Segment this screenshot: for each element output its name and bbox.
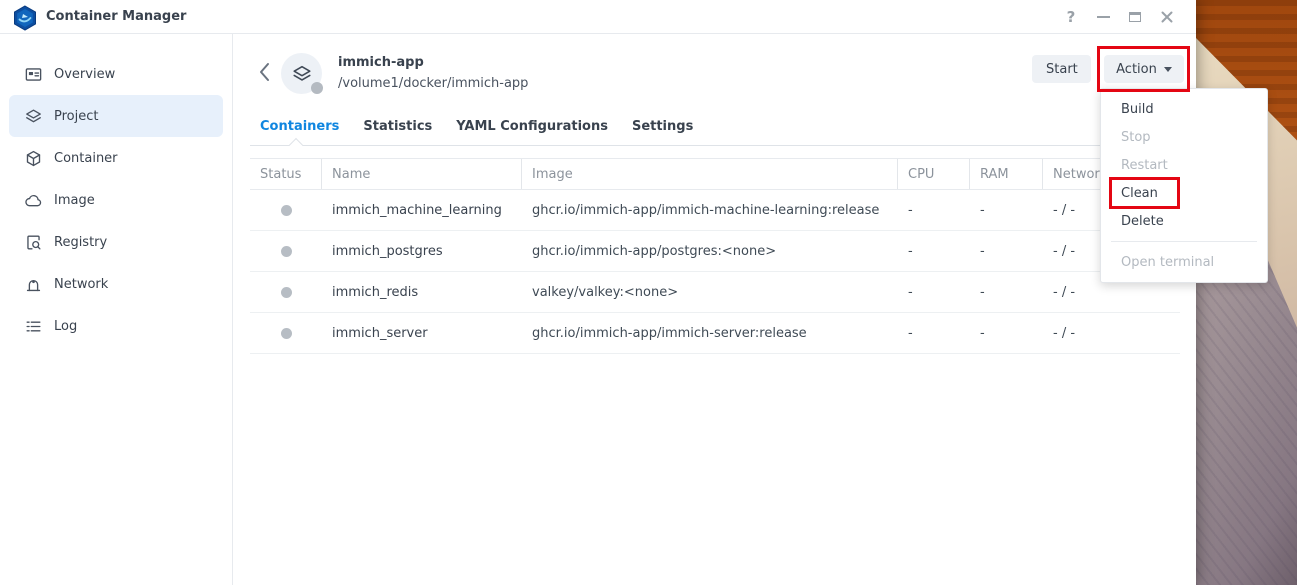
- tab-containers[interactable]: Containers: [260, 115, 339, 138]
- cpu-cell: -: [898, 272, 970, 312]
- sidebar-item-project[interactable]: Project: [9, 95, 223, 137]
- containers-table: StatusNameImageCPURAMNetwork immich_mach…: [250, 158, 1180, 354]
- network-icon: [24, 275, 43, 294]
- status-dot-stopped: [281, 328, 292, 339]
- name-cell: immich_redis: [322, 272, 522, 312]
- table-row-immich_postgres[interactable]: immich_postgresghcr.io/immich-app/postgr…: [250, 231, 1180, 272]
- sidebar: Overview Project Container Image Registry Net…: [0, 34, 233, 585]
- status-cell: [250, 313, 322, 353]
- sidebar-item-label: Log: [54, 319, 77, 334]
- name-cell: immich_server: [322, 313, 522, 353]
- status-dot-stopped: [281, 205, 292, 216]
- status-dot-stopped: [281, 246, 292, 257]
- tab-statistics[interactable]: Statistics: [363, 115, 432, 138]
- active-tab-notch: [289, 138, 303, 152]
- menu-divider: [1111, 241, 1257, 242]
- registry-search-icon: [24, 233, 43, 252]
- container-manager-window: Container Manager ? Overview Project Conta…: [0, 0, 1196, 585]
- name-cell: immich_postgres: [322, 231, 522, 271]
- cpu-cell: -: [898, 313, 970, 353]
- help-icon[interactable]: ?: [1059, 5, 1083, 29]
- table-body: immich_machine_learningghcr.io/immich-ap…: [250, 190, 1180, 354]
- action-button-label: Action: [1116, 62, 1157, 77]
- sidebar-item-label: Overview: [54, 67, 115, 82]
- menu-item-open-terminal: Open terminal: [1101, 248, 1267, 276]
- project-status-dot: [311, 82, 323, 94]
- column-header-image[interactable]: Image: [522, 159, 898, 189]
- container-manager-logo-icon: [13, 5, 37, 30]
- table-row-immich_machine_learning[interactable]: immich_machine_learningghcr.io/immich-ap…: [250, 190, 1180, 231]
- sidebar-item-registry[interactable]: Registry: [9, 221, 223, 263]
- network-cell: - / -: [1043, 313, 1180, 353]
- status-dot-stopped: [281, 287, 292, 298]
- close-icon[interactable]: [1155, 5, 1179, 29]
- column-header-status[interactable]: Status: [250, 159, 322, 189]
- minimize-icon[interactable]: [1091, 5, 1115, 29]
- cube-icon: [24, 149, 43, 168]
- name-cell: immich_machine_learning: [322, 190, 522, 230]
- sidebar-item-label: Container: [54, 151, 118, 166]
- ram-cell: -: [970, 313, 1043, 353]
- column-header-name[interactable]: Name: [322, 159, 522, 189]
- image-cell: valkey/valkey:<none>: [522, 272, 898, 312]
- action-dropdown-menu: BuildStopRestartCleanDelete Open terminal: [1100, 88, 1268, 283]
- sidebar-item-label: Project: [54, 109, 98, 124]
- image-cell: ghcr.io/immich-app/immich-server:release: [522, 313, 898, 353]
- back-button[interactable]: [256, 61, 274, 83]
- cloud-icon: [24, 191, 43, 210]
- sidebar-item-label: Registry: [54, 235, 107, 250]
- main-panel: immich-app /volume1/docker/immich-app St…: [234, 34, 1196, 585]
- cpu-cell: -: [898, 190, 970, 230]
- tab-yaml-configurations[interactable]: YAML Configurations: [456, 115, 608, 138]
- image-cell: ghcr.io/immich-app/postgres:<none>: [522, 231, 898, 271]
- start-button[interactable]: Start: [1032, 55, 1091, 83]
- column-header-ram[interactable]: RAM: [970, 159, 1043, 189]
- table-header: StatusNameImageCPURAMNetwork: [250, 158, 1180, 190]
- project-avatar: [281, 53, 322, 94]
- sidebar-item-label: Network: [54, 277, 108, 292]
- tab-divider: [250, 145, 1180, 146]
- tab-bar: Containers Statistics YAML Configurations S…: [260, 115, 693, 138]
- project-name: immich-app: [338, 55, 424, 70]
- maximize-icon[interactable]: [1123, 5, 1147, 29]
- sidebar-item-log[interactable]: Log: [9, 305, 223, 347]
- table-row-immich_server[interactable]: immich_serverghcr.io/immich-app/immich-s…: [250, 313, 1180, 354]
- list-icon: [24, 317, 43, 336]
- sidebar-item-container[interactable]: Container: [9, 137, 223, 179]
- status-cell: [250, 272, 322, 312]
- titlebar: Container Manager ?: [0, 0, 1196, 34]
- sidebar-item-network[interactable]: Network: [9, 263, 223, 305]
- chevron-down-icon: [1164, 67, 1172, 72]
- column-header-cpu[interactable]: CPU: [898, 159, 970, 189]
- ram-cell: -: [970, 231, 1043, 271]
- action-button[interactable]: Action: [1104, 55, 1184, 83]
- sidebar-item-overview[interactable]: Overview: [9, 53, 223, 95]
- cpu-cell: -: [898, 231, 970, 271]
- layers-icon: [291, 63, 313, 85]
- menu-item-build[interactable]: Build: [1101, 95, 1267, 123]
- menu-item-stop: Stop: [1101, 123, 1267, 151]
- menu-item-clean[interactable]: Clean: [1101, 179, 1267, 207]
- status-cell: [250, 190, 322, 230]
- menu-item-restart: Restart: [1101, 151, 1267, 179]
- ram-cell: -: [970, 272, 1043, 312]
- project-path: /volume1/docker/immich-app: [338, 76, 528, 91]
- table-row-immich_redis[interactable]: immich_redisvalkey/valkey:<none>--- / -: [250, 272, 1180, 313]
- menu-item-delete[interactable]: Delete: [1101, 207, 1267, 235]
- ram-cell: -: [970, 190, 1043, 230]
- tab-settings[interactable]: Settings: [632, 115, 693, 138]
- app-title: Container Manager: [46, 9, 186, 24]
- status-cell: [250, 231, 322, 271]
- layers-icon: [24, 107, 43, 126]
- sidebar-item-label: Image: [54, 193, 95, 208]
- overview-icon: [24, 65, 43, 84]
- sidebar-item-image[interactable]: Image: [9, 179, 223, 221]
- image-cell: ghcr.io/immich-app/immich-machine-learni…: [522, 190, 898, 230]
